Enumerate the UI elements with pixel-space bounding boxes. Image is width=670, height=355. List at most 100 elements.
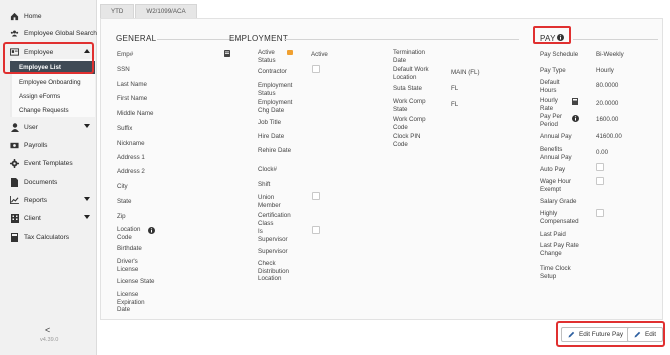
field-label-auto-pay: Auto Pay xyxy=(540,166,566,173)
contractor-checkbox[interactable] xyxy=(312,65,320,73)
tab-ytd[interactable]: YTD xyxy=(100,4,135,18)
id-badge-icon[interactable] xyxy=(224,50,230,59)
collapse-sidebar-button[interactable]: < xyxy=(45,325,50,335)
pay-schedule-value: Bi-Weekly xyxy=(596,51,624,58)
edit-button[interactable]: Edit xyxy=(627,327,664,342)
tab-w2-1099-aca[interactable]: W2/1099/ACA xyxy=(135,4,197,18)
field-label-highly-compensated: Highly Compensated xyxy=(540,210,579,225)
home-icon xyxy=(10,12,19,21)
field-label-last-paid: Last Paid xyxy=(540,231,566,238)
sidebar-item-label: Client xyxy=(24,214,41,222)
union-member-checkbox[interactable] xyxy=(312,192,320,200)
calculator-icon[interactable] xyxy=(572,98,578,107)
sidebar-item-user[interactable]: User xyxy=(0,119,97,135)
submenu-assign-eforms[interactable]: Assign eForms xyxy=(10,90,95,103)
employment-section-title: EMPLOYMENT xyxy=(229,34,289,43)
field-label-union-member: Union Member xyxy=(258,194,281,209)
sidebar-item-employee-global-search[interactable]: Employee Global Search xyxy=(0,25,97,41)
info-icon[interactable] xyxy=(148,227,155,236)
field-label-city: City xyxy=(117,183,128,190)
sidebar-item-label: Reports xyxy=(24,196,48,204)
sidebar-item-home[interactable]: Home xyxy=(0,8,97,24)
submenu-change-requests[interactable]: Change Requests xyxy=(10,104,95,117)
sidebar-item-event-templates[interactable]: Event Templates xyxy=(0,155,97,171)
pay-divider xyxy=(573,39,658,40)
field-label-supervisor: Supervisor xyxy=(258,248,288,255)
users-icon xyxy=(10,29,19,38)
edit-future-pay-button[interactable]: Edit Future Pay xyxy=(561,327,631,342)
field-label-birthdate: Birthdate xyxy=(117,245,142,252)
field-label-pay-type: Pay Type xyxy=(540,67,566,74)
field-label-active-status: Active Status xyxy=(258,49,276,64)
sidebar-item-label: Home xyxy=(24,12,42,20)
field-label-first-name: First Name xyxy=(117,95,148,102)
employee-highlight-box xyxy=(3,42,94,74)
button-label: Edit Future Pay xyxy=(579,331,624,338)
field-label-employment-status: Employment Status xyxy=(258,82,293,97)
benefits-annual-pay-value: 0.00 xyxy=(596,149,609,156)
annual-pay-value: 41600.00 xyxy=(596,133,622,140)
sidebar-item-tax-calculators[interactable]: Tax Calculators xyxy=(0,229,97,245)
sidebar-item-label: User xyxy=(24,123,38,131)
field-label-license-state: License State xyxy=(117,278,155,285)
user-icon xyxy=(10,122,19,132)
info-icon[interactable] xyxy=(572,115,579,124)
chevron-down-icon xyxy=(84,197,90,201)
field-label-annual-pay: Annual Pay xyxy=(540,133,572,140)
field-label-default-work-location: Default Work Location xyxy=(393,66,429,81)
field-label-clock-pin-code: Clock PIN Code xyxy=(393,133,421,148)
field-label-salary-grade: Salary Grade xyxy=(540,198,577,205)
field-label-pay-schedule: Pay Schedule xyxy=(540,51,579,58)
field-label-is-supervisor: Is Supervisor xyxy=(258,228,288,243)
tab-bar: YTD W2/1099/ACA xyxy=(100,4,198,18)
field-label-job-title: Job Title xyxy=(258,119,282,126)
chevron-down-icon xyxy=(84,124,90,128)
sidebar-item-label: Employee Global Search xyxy=(24,29,97,37)
field-label-certification-class: Certification Class xyxy=(258,212,291,227)
active-status-value: Active xyxy=(311,51,328,58)
field-label-location-code: Location Code xyxy=(117,226,141,241)
field-label-emp-number: Emp# xyxy=(117,51,134,58)
sidebar-item-reports[interactable]: Reports xyxy=(0,192,97,208)
sidebar-item-label: Tax Calculators xyxy=(24,233,70,241)
submenu-employee-onboarding[interactable]: Employee Onboarding xyxy=(10,76,95,89)
field-label-clock-number: Clock# xyxy=(258,166,277,173)
field-label-termination-date: Termination Date xyxy=(393,49,425,64)
sidebar-item-client[interactable]: Client xyxy=(0,210,97,226)
money-icon xyxy=(10,141,19,150)
default-hours-value: 80.0000 xyxy=(596,82,619,89)
field-label-benefits-annual-pay: Benefits Annual Pay xyxy=(540,146,572,161)
field-label-suffix: Suffix xyxy=(117,125,133,132)
pay-type-value: Hourly xyxy=(596,67,614,74)
suta-state-value: FL xyxy=(451,85,459,92)
field-label-employment-chg-date: Employment Chg Date xyxy=(258,99,293,114)
sidebar-item-documents[interactable]: Documents xyxy=(0,174,97,190)
sidebar-item-label: Documents xyxy=(24,178,58,186)
sidebar-item-label: Payrolls xyxy=(24,141,48,149)
employee-detail-panel: GENERAL Emp# SSN Last Name First Name Mi… xyxy=(100,18,663,320)
status-flag-icon xyxy=(287,50,293,55)
field-label-default-hours: Default Hours xyxy=(540,79,560,94)
calculator-icon xyxy=(10,232,19,242)
chevron-down-icon xyxy=(84,215,90,219)
field-label-hire-date: Hire Date xyxy=(258,133,285,140)
employment-divider xyxy=(284,39,519,40)
field-label-work-comp-state: Work Comp State xyxy=(393,98,426,113)
field-label-contractor: Contractor xyxy=(258,68,287,75)
field-label-suta-state: Suta State xyxy=(393,85,422,92)
chart-icon xyxy=(10,196,19,205)
wage-hour-exempt-checkbox[interactable] xyxy=(596,177,604,185)
sidebar-item-payrolls[interactable]: Payrolls xyxy=(0,137,97,153)
hourly-rate-value: 20.0000 xyxy=(596,100,619,107)
field-label-rehire-date: Rehire Date xyxy=(258,147,292,154)
highly-compensated-checkbox[interactable] xyxy=(596,209,604,217)
field-label-middle-name: Middle Name xyxy=(117,110,154,117)
field-label-last-name: Last Name xyxy=(117,81,147,88)
is-supervisor-checkbox[interactable] xyxy=(312,226,320,234)
field-label-ssn: SSN xyxy=(117,66,130,73)
field-label-state: State xyxy=(117,198,132,205)
pay-highlight-box xyxy=(533,26,571,44)
field-label-wage-hour-exempt: Wage Hour Exempt xyxy=(540,178,572,193)
auto-pay-checkbox[interactable] xyxy=(596,163,604,171)
pay-per-period-value: 1600.00 xyxy=(596,116,619,123)
